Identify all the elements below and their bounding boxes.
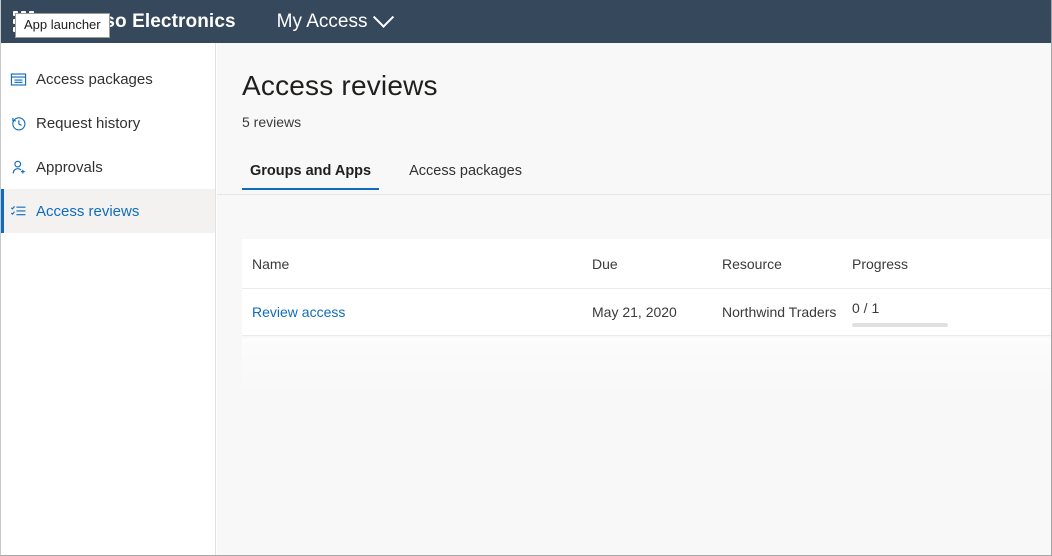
table-header-row: Name Due Resource Progress bbox=[242, 239, 1052, 289]
my-access-menu-label: My Access bbox=[277, 11, 368, 33]
package-icon bbox=[10, 71, 36, 88]
tab-access-packages[interactable]: Access packages bbox=[401, 158, 530, 190]
sidebar-item-label: Request history bbox=[36, 115, 140, 132]
column-header-resource: Resource bbox=[722, 256, 852, 272]
app-launcher-tooltip: App launcher bbox=[15, 13, 110, 38]
sidebar-navigation: Access packages Request history bbox=[1, 43, 216, 556]
table-row[interactable]: Review access May 21, 2020 Northwind Tra… bbox=[242, 289, 1052, 336]
review-count-label: 5 reviews bbox=[242, 114, 1052, 130]
person-add-icon bbox=[10, 159, 36, 176]
main-content-area: Access reviews 5 reviews Groups and Apps… bbox=[217, 43, 1052, 556]
my-access-app-window: Contoso Electronics My Access App launch… bbox=[0, 0, 1052, 556]
cell-name: Review access bbox=[252, 304, 592, 320]
sidebar-item-label: Access packages bbox=[36, 71, 153, 88]
my-access-menu[interactable]: My Access bbox=[277, 11, 392, 33]
sidebar-item-label: Approvals bbox=[36, 159, 103, 176]
progress-bar bbox=[852, 323, 948, 327]
content-fade-overlay bbox=[242, 338, 1052, 398]
tab-bar: Groups and Apps Access packages bbox=[217, 158, 1052, 195]
review-access-link[interactable]: Review access bbox=[252, 304, 345, 320]
page-title: Access reviews bbox=[242, 70, 1052, 102]
progress-label: 0 / 1 bbox=[852, 300, 992, 316]
checklist-icon bbox=[10, 203, 36, 220]
tab-groups-and-apps[interactable]: Groups and Apps bbox=[242, 158, 379, 190]
column-header-due: Due bbox=[592, 256, 722, 272]
chevron-down-icon bbox=[373, 7, 394, 28]
column-header-progress: Progress bbox=[852, 256, 992, 272]
top-navigation-bar: Contoso Electronics My Access bbox=[1, 0, 1052, 43]
sidebar-item-access-packages[interactable]: Access packages bbox=[1, 57, 215, 101]
sidebar-item-request-history[interactable]: Request history bbox=[1, 101, 215, 145]
cell-due: May 21, 2020 bbox=[592, 304, 722, 320]
column-header-name: Name bbox=[252, 256, 592, 272]
sidebar-item-approvals[interactable]: Approvals bbox=[1, 145, 215, 189]
cell-progress: 0 / 1 bbox=[852, 298, 992, 327]
sidebar-item-access-reviews[interactable]: Access reviews bbox=[1, 189, 215, 233]
sidebar-item-label: Access reviews bbox=[36, 203, 139, 220]
clock-history-icon bbox=[10, 115, 36, 132]
cell-resource: Northwind Traders bbox=[722, 304, 852, 320]
access-reviews-table: Name Due Resource Progress Review access… bbox=[242, 239, 1052, 336]
